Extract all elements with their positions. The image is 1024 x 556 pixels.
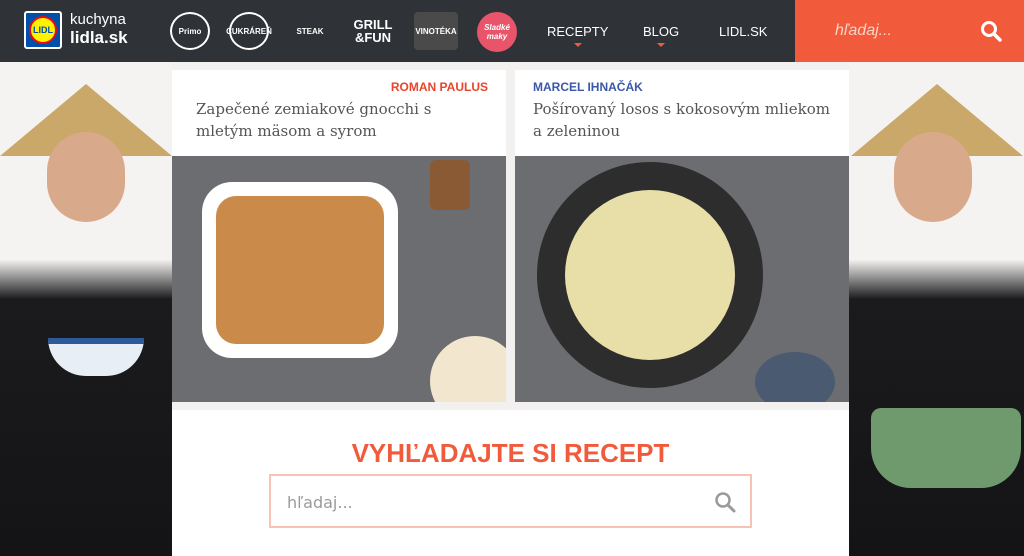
serving-bowl	[537, 162, 763, 388]
search-icon[interactable]	[714, 491, 736, 513]
recipe-title[interactable]: Pošírovaný losos s kokosovým mliekom a z…	[533, 98, 831, 142]
gnocchi-bake	[216, 196, 384, 344]
chef-face	[894, 132, 972, 222]
side-bowl	[755, 352, 835, 402]
partner-logos: Primo CUKRÁREŇ STEAK GRILL &FUN VINOTÉKA…	[170, 12, 517, 52]
recipe-author[interactable]: MARCEL IHNAČÁK	[533, 80, 643, 94]
site-brand[interactable]: kuchyna lidla.sk	[70, 11, 128, 47]
chef-photo-left	[0, 62, 172, 556]
chef-photo-right	[849, 62, 1024, 556]
partner-logo-sladke[interactable]: Sladké maky	[477, 12, 517, 52]
header-search[interactable]: hľadaj...	[795, 0, 1024, 62]
nav-item-recepty[interactable]: RECEPTY	[547, 0, 608, 62]
recipe-search-field[interactable]	[269, 474, 752, 528]
brand-line-2: lidla.sk	[70, 28, 128, 47]
partner-logo-cukraren[interactable]: CUKRÁREŇ	[226, 12, 272, 50]
recipe-card[interactable]: MARCEL IHNAČÁK Pošírovaný losos s kokoso…	[515, 70, 849, 402]
recipe-author[interactable]: ROMAN PAULUS	[391, 80, 488, 94]
rice-bowl	[48, 338, 144, 376]
nav-item-blog[interactable]: BLOG	[643, 0, 679, 62]
partner-logo-grill[interactable]: GRILL &FUN	[351, 12, 395, 50]
lidl-logo-mark: LIDL	[29, 16, 57, 44]
recipe-search-input[interactable]	[287, 490, 687, 514]
nav-label-blog: BLOG	[643, 23, 680, 39]
nav-label-recepty: RECEPTY	[547, 23, 609, 39]
partner-logo-vinoteka[interactable]: VINOTÉKA	[414, 12, 458, 50]
recipe-photo[interactable]	[515, 156, 849, 402]
lidl-logo[interactable]: LIDL	[24, 11, 62, 49]
rice-basket	[871, 408, 1021, 488]
top-navigation-bar: LIDL kuchyna lidla.sk Primo CUKRÁREŇ STE…	[0, 0, 1024, 62]
baking-dish	[202, 182, 398, 358]
chevron-down-icon	[573, 43, 582, 47]
partner-logo-primo[interactable]: Primo	[170, 12, 210, 50]
header-search-placeholder: hľadaj...	[835, 22, 892, 39]
nav-item-lidl-sk[interactable]: LIDL.SK	[719, 0, 767, 62]
pepper-grinder	[430, 160, 470, 210]
chevron-down-icon	[657, 43, 666, 47]
search-heading: VYHĽADAJTE SI RECEPT	[351, 438, 670, 468]
gnocchi-bowl	[430, 336, 506, 402]
partner-logo-steak[interactable]: STEAK	[288, 12, 332, 50]
chef-face	[47, 132, 125, 222]
poached-salmon	[565, 190, 735, 360]
recipe-title[interactable]: Zapečené zemiakové gnocchi s mletým mäso…	[196, 98, 488, 142]
recipe-search-panel: VYHĽADAJTE SI RECEPT	[172, 410, 849, 556]
search-icon[interactable]	[980, 20, 1002, 42]
brand-line-1: kuchyna	[70, 11, 126, 28]
recipe-card[interactable]: ROMAN PAULUS Zapečené zemiakové gnocchi …	[172, 70, 506, 402]
recipe-photo[interactable]	[172, 156, 506, 402]
nav-label-lidl-sk: LIDL.SK	[719, 23, 768, 39]
